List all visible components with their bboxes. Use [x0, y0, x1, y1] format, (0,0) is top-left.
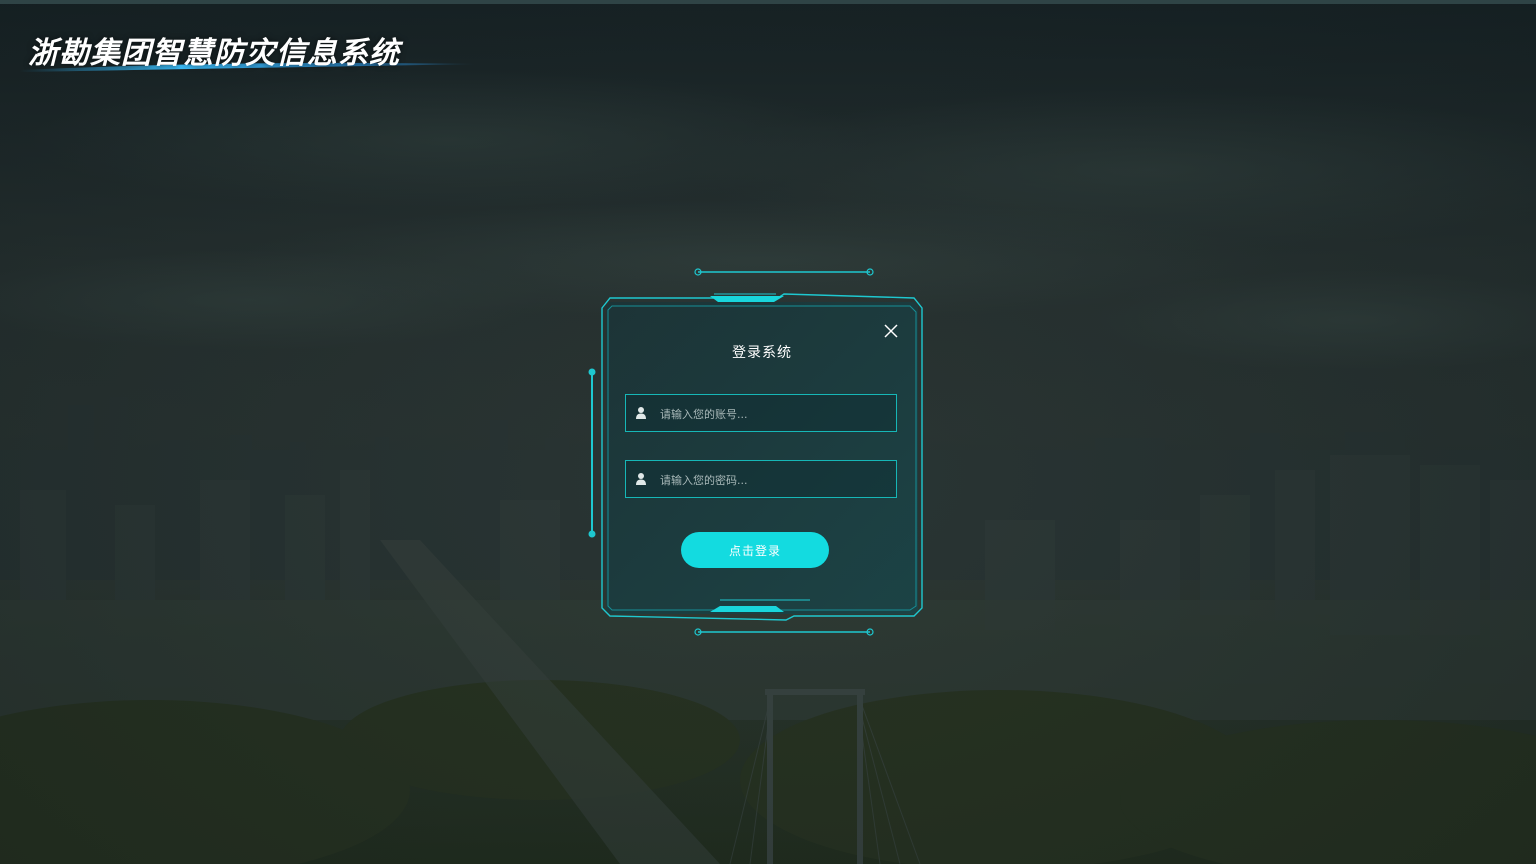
top-border [0, 0, 1536, 4]
dialog-title: 登录系统 [732, 345, 792, 361]
user-icon [636, 407, 646, 419]
user-icon [636, 473, 646, 485]
close-icon[interactable] [882, 322, 900, 340]
password-input[interactable] [658, 461, 894, 499]
account-field [625, 394, 897, 433]
account-input[interactable] [658, 395, 894, 433]
login-button[interactable]: 点击登录 [681, 532, 829, 568]
login-dialog: 登录系统 点击登录 [604, 306, 916, 608]
password-field [625, 460, 897, 499]
login-screen: 浙勘集团智慧防灾信息系统 登录系统 请输入您的账号... 点击登录 [0, 0, 1536, 864]
system-title: 浙勘集团智慧防灾信息系统 [28, 36, 400, 71]
